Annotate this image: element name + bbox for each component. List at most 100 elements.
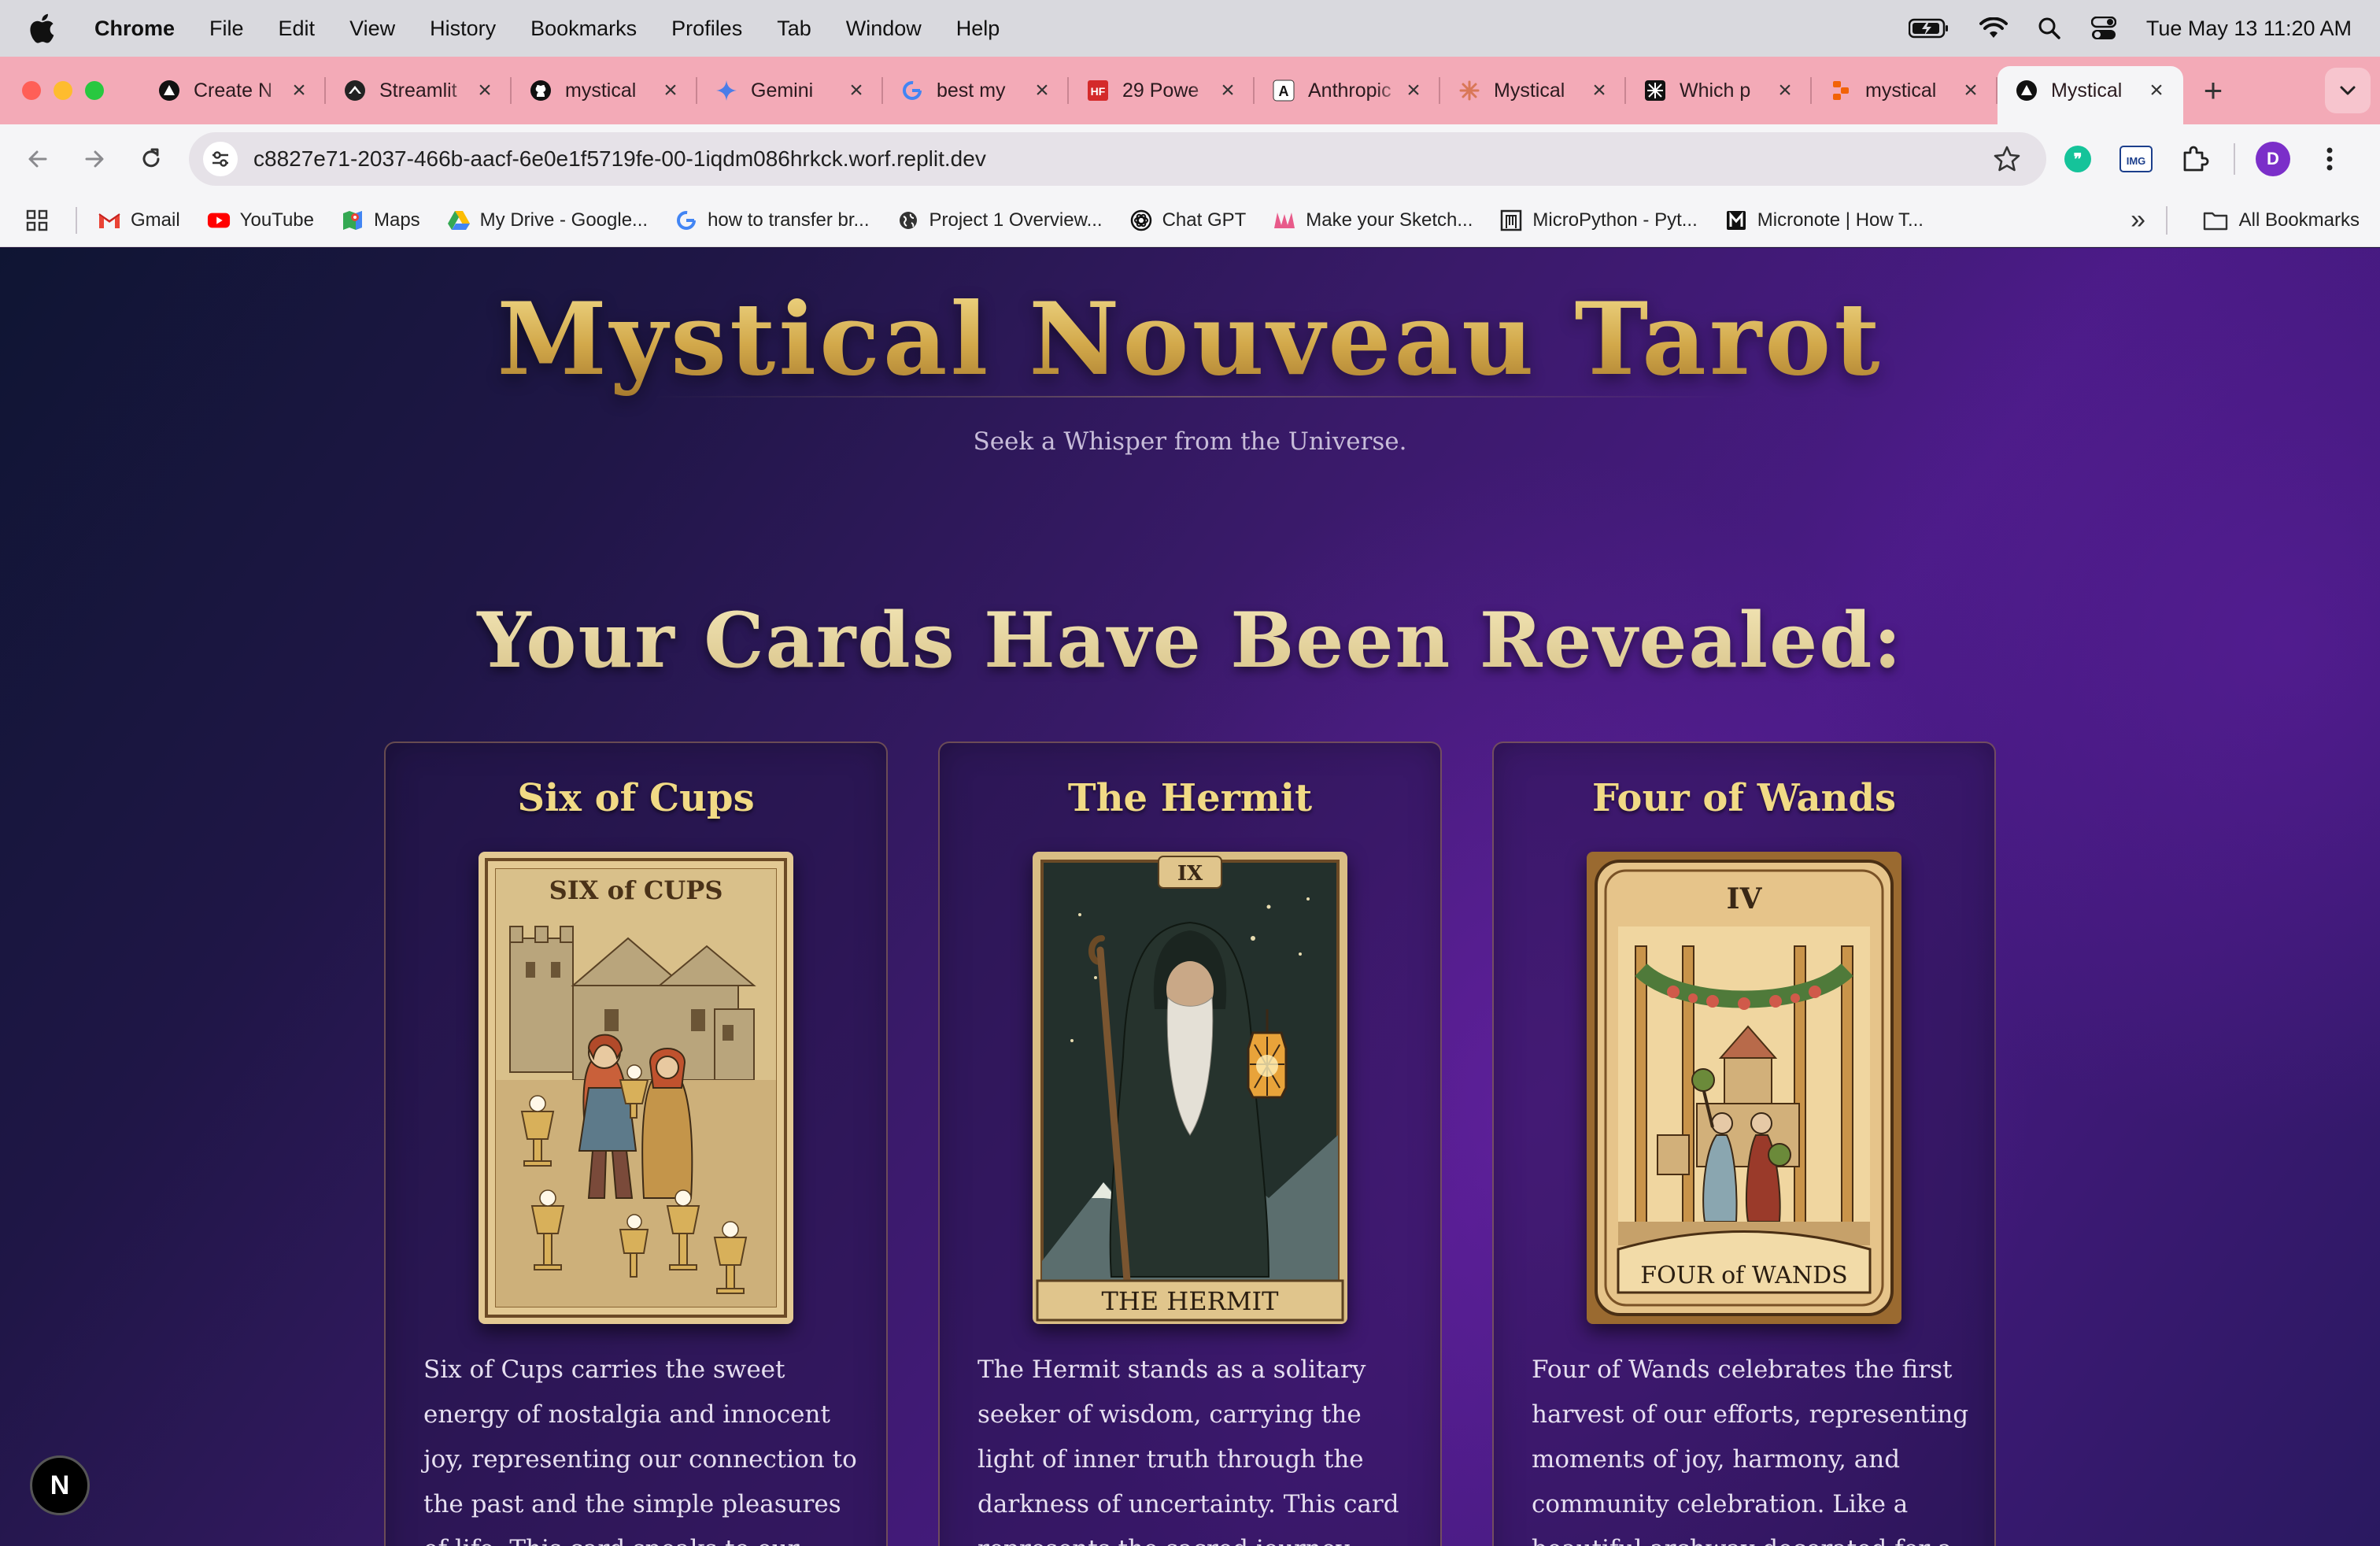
bookmarks-separator xyxy=(2166,206,2168,235)
wifi-icon[interactable] xyxy=(1979,17,2008,39)
battery-icon[interactable] xyxy=(1908,18,1949,39)
new-tab-button[interactable]: + xyxy=(2190,66,2237,115)
browser-tab[interactable]: Mystical × xyxy=(1440,66,1626,115)
browser-tab[interactable]: mystical × xyxy=(512,66,697,115)
close-tab-icon[interactable]: × xyxy=(1588,77,1610,104)
browser-tab[interactable]: best my × xyxy=(883,66,1069,115)
tab-title: best my xyxy=(937,79,1006,102)
close-tab-icon[interactable]: × xyxy=(288,77,310,104)
bookmark-micronote[interactable]: Micronote | How T... xyxy=(1724,209,1924,232)
apps-grid-button[interactable] xyxy=(25,209,49,232)
close-tab-icon[interactable]: × xyxy=(1774,77,1796,104)
browser-tab[interactable]: HF 29 Powe × xyxy=(1069,66,1255,115)
openai-icon xyxy=(1129,209,1153,232)
cards-revealed-heading: Your Cards Have Been Revealed: xyxy=(0,596,2380,685)
bookmark-label: Project 1 Overview... xyxy=(929,209,1103,231)
browser-tab-active[interactable]: Mystical × xyxy=(1998,66,2183,124)
nextjs-dev-badge[interactable]: N xyxy=(30,1455,90,1515)
svg-text:A: A xyxy=(1279,83,1289,99)
close-window-button[interactable] xyxy=(22,81,41,100)
browser-tab[interactable]: mystical × xyxy=(1812,66,1998,115)
url-text[interactable]: c8827e71-2037-466b-aacf-6e0e1f5719fe-00-… xyxy=(253,146,1991,172)
menu-view[interactable]: View xyxy=(349,17,395,41)
arrow-left-icon xyxy=(28,150,47,168)
bookmarks-bar: Gmail YouTube Maps My Drive - Google... … xyxy=(0,194,2380,247)
minimize-window-button[interactable] xyxy=(54,81,72,100)
more-menu-icon[interactable] xyxy=(2311,140,2349,178)
site-subtitle: Seek a Whisper from the Universe. xyxy=(973,427,1407,456)
more-bookmarks-chevron-icon[interactable]: » xyxy=(2131,205,2145,235)
tab-title: mystical xyxy=(1865,79,1937,102)
svg-text:HF: HF xyxy=(1091,85,1106,98)
apple-logo-icon[interactable] xyxy=(28,13,60,44)
back-button[interactable] xyxy=(19,140,57,178)
close-tab-icon[interactable]: × xyxy=(1217,77,1239,104)
tab-search-button[interactable] xyxy=(2325,68,2371,113)
menu-edit[interactable]: Edit xyxy=(279,17,316,41)
menu-history[interactable]: History xyxy=(430,17,496,41)
tarot-card-panel: The Hermit IX THE HERMIT The Hermit stan… xyxy=(938,742,1442,1546)
control-center-icon[interactable] xyxy=(2090,17,2116,40)
close-tab-icon[interactable]: × xyxy=(2145,77,2168,104)
menu-bookmarks[interactable]: Bookmarks xyxy=(530,17,637,41)
toolbar-separator xyxy=(2234,143,2235,175)
browser-tab[interactable]: Create N × xyxy=(140,66,326,115)
browser-tab[interactable]: Streamlit × xyxy=(326,66,512,115)
profile-avatar[interactable]: D xyxy=(2256,142,2290,176)
art-label-bottom: THE HERMIT xyxy=(1102,1286,1280,1316)
macos-menu-bar: Chrome File Edit View History Bookmarks … xyxy=(0,0,2380,57)
grammarly-extension-icon[interactable]: ❞ xyxy=(2059,140,2097,178)
all-bookmarks-button[interactable]: All Bookmarks xyxy=(2203,194,2360,247)
address-bar[interactable]: c8827e71-2037-466b-aacf-6e0e1f5719fe-00-… xyxy=(189,132,2046,186)
tab-title: Gemini xyxy=(751,79,814,102)
bookmark-label: YouTube xyxy=(239,209,314,231)
anthropic-icon: A xyxy=(1272,79,1295,102)
folder-icon xyxy=(2203,212,2227,231)
img-extension-icon[interactable]: IMG xyxy=(2117,140,2155,178)
chevron-down-icon xyxy=(2340,86,2356,95)
close-tab-icon[interactable]: × xyxy=(1960,77,1982,104)
menu-file[interactable]: File xyxy=(209,17,244,41)
bookmark-gmail[interactable]: Gmail xyxy=(98,209,180,232)
reload-button[interactable] xyxy=(132,140,170,178)
browser-tab[interactable]: Which p × xyxy=(1626,66,1812,115)
close-tab-icon[interactable]: × xyxy=(1402,77,1425,104)
extensions-puzzle-icon[interactable] xyxy=(2175,140,2213,178)
bookmark-chat-gpt[interactable]: Chat GPT xyxy=(1129,209,1246,232)
menu-profiles[interactable]: Profiles xyxy=(671,17,742,41)
browser-tab[interactable]: A Anthropic × xyxy=(1255,66,1440,115)
menu-tab[interactable]: Tab xyxy=(777,17,811,41)
card-name: The Hermit xyxy=(1067,776,1313,820)
site-info-icon[interactable] xyxy=(203,142,238,176)
spotlight-search-icon[interactable] xyxy=(2038,17,2061,40)
menubar-clock[interactable]: Tue May 13 11:20 AM xyxy=(2146,17,2352,41)
bookmark-star-icon[interactable] xyxy=(1991,143,2023,175)
bookmark-google-drive[interactable]: My Drive - Google... xyxy=(447,209,648,232)
tab-title: 29 Powe xyxy=(1122,79,1199,102)
browser-tab[interactable]: Gemini × xyxy=(697,66,883,115)
bookmark-make-your-sketch[interactable]: Make your Sketch... xyxy=(1273,209,1473,232)
bookmark-label: MicroPython - Pyt... xyxy=(1532,209,1698,231)
bookmark-youtube[interactable]: YouTube xyxy=(207,209,314,232)
bookmark-maps[interactable]: Maps xyxy=(341,209,420,232)
bookmark-label: Make your Sketch... xyxy=(1306,209,1473,231)
extensions-area: ❞ IMG D xyxy=(2059,124,2349,194)
bookmark-label: Maps xyxy=(373,209,420,231)
art-label-top: SIX of CUPS xyxy=(549,875,723,905)
menu-app-name[interactable]: Chrome xyxy=(94,17,175,41)
close-tab-icon[interactable]: × xyxy=(660,77,682,104)
zoom-window-button[interactable] xyxy=(85,81,104,100)
reload-icon xyxy=(142,148,160,168)
close-tab-icon[interactable]: × xyxy=(474,77,496,104)
menu-window[interactable]: Window xyxy=(846,17,922,41)
bookmark-micropython[interactable]: MicroPython - Pyt... xyxy=(1499,209,1698,232)
bookmark-project-overview[interactable]: Project 1 Overview... xyxy=(896,209,1103,232)
close-tab-icon[interactable]: × xyxy=(845,77,867,104)
forward-button[interactable] xyxy=(76,140,113,178)
bookmark-how-to-transfer[interactable]: how to transfer br... xyxy=(674,209,870,232)
hf-icon: HF xyxy=(1086,79,1110,102)
close-tab-icon[interactable]: × xyxy=(1031,77,1053,104)
sketch-icon xyxy=(1273,209,1296,232)
grid-logo-icon xyxy=(1643,79,1667,102)
menu-help[interactable]: Help xyxy=(956,17,1000,41)
